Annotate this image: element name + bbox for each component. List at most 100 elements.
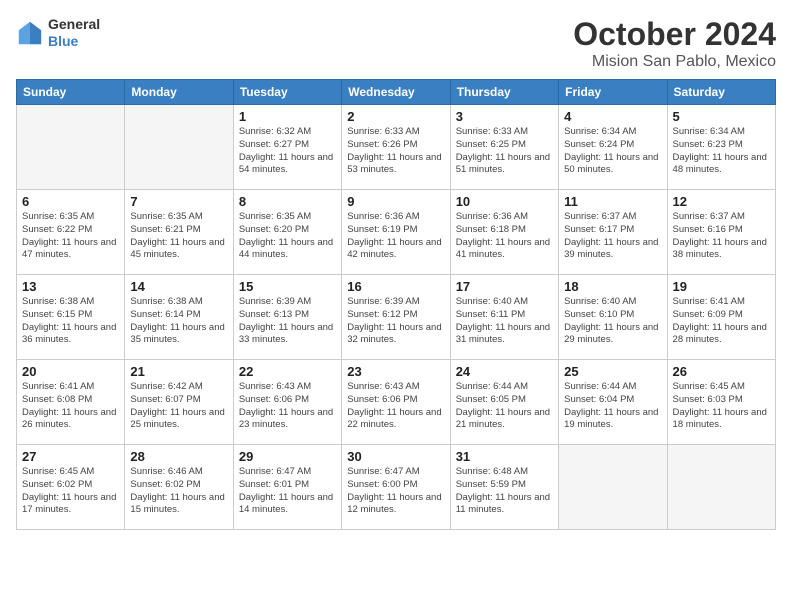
day-number: 19	[673, 279, 770, 294]
day-number: 17	[456, 279, 553, 294]
calendar-cell: 28Sunrise: 6:46 AM Sunset: 6:02 PM Dayli…	[125, 445, 233, 530]
calendar-table: SundayMondayTuesdayWednesdayThursdayFrid…	[16, 79, 776, 530]
day-info: Sunrise: 6:43 AM Sunset: 6:06 PM Dayligh…	[347, 381, 444, 432]
weekday-header: Thursday	[450, 80, 558, 105]
calendar-cell: 7Sunrise: 6:35 AM Sunset: 6:21 PM Daylig…	[125, 190, 233, 275]
day-number: 4	[564, 109, 661, 124]
title-block: October 2024 Mision San Pablo, Mexico	[573, 16, 776, 71]
calendar-cell	[667, 445, 775, 530]
day-number: 28	[130, 449, 227, 464]
calendar-cell: 24 Sunrise: 6:44 AM Sunset: 6:05 PM Dayli…	[450, 360, 558, 445]
day-info: Sunrise: 6:47 AM Sunset: 6:00 PM Dayligh…	[347, 466, 444, 517]
day-number: 9	[347, 194, 444, 209]
day-info: Sunrise: 6:37 AM Sunset: 6:17 PM Dayligh…	[564, 211, 661, 262]
day-info: Sunrise: 6:32 AM Sunset: 6:27 PM Dayligh…	[239, 126, 336, 177]
day-info: Sunrise: 6:48 AM Sunset: 5:59 PM Dayligh…	[456, 466, 553, 517]
calendar-cell: 19 Sunrise: 6:41 AM Sunset: 6:09 PM Dayli…	[667, 275, 775, 360]
calendar-cell: 18 Sunrise: 6:40 AM Sunset: 6:10 PM Dayli…	[559, 275, 667, 360]
calendar-week-row: 27 Sunrise: 6:45 AM Sunset: 6:02 PM Dayli…	[17, 445, 776, 530]
day-info: Sunrise: 6:47 AM Sunset: 6:01 PM Dayligh…	[239, 466, 336, 517]
day-number: 12	[673, 194, 770, 209]
day-number: 23	[347, 364, 444, 379]
day-number: 11	[564, 194, 661, 209]
day-number: 25	[564, 364, 661, 379]
day-number: 1	[239, 109, 336, 124]
calendar-cell	[17, 105, 125, 190]
day-info: Sunrise: 6:34 AM Sunset: 6:24 PM Dayligh…	[564, 126, 661, 177]
day-info: Sunrise: 6:43 AM Sunset: 6:06 PM Dayligh…	[239, 381, 336, 432]
day-number: 15	[239, 279, 336, 294]
logo-text: General Blue	[48, 16, 100, 50]
day-number: 22	[239, 364, 336, 379]
day-number: 18	[564, 279, 661, 294]
day-info: Sunrise: 6:39 AM Sunset: 6:12 PM Dayligh…	[347, 296, 444, 347]
day-number: 5	[673, 109, 770, 124]
day-info: Sunrise: 6:44 AM Sunset: 6:04 PM Dayligh…	[564, 381, 661, 432]
day-info: Sunrise: 6:38 AM Sunset: 6:15 PM Dayligh…	[22, 296, 119, 347]
day-number: 30	[347, 449, 444, 464]
day-info: Sunrise: 6:35 AM Sunset: 6:21 PM Dayligh…	[130, 211, 227, 262]
calendar-cell: 23 Sunrise: 6:43 AM Sunset: 6:06 PM Dayli…	[342, 360, 450, 445]
calendar-cell: 20 Sunrise: 6:41 AM Sunset: 6:08 PM Dayli…	[17, 360, 125, 445]
day-number: 6	[22, 194, 119, 209]
day-info: Sunrise: 6:42 AM Sunset: 6:07 PM Dayligh…	[130, 381, 227, 432]
day-info: Sunrise: 6:40 AM Sunset: 6:10 PM Dayligh…	[564, 296, 661, 347]
day-number: 2	[347, 109, 444, 124]
calendar-cell: 11 Sunrise: 6:37 AM Sunset: 6:17 PM Dayli…	[559, 190, 667, 275]
calendar-cell: 13 Sunrise: 6:38 AM Sunset: 6:15 PM Dayli…	[17, 275, 125, 360]
day-info: Sunrise: 6:35 AM Sunset: 6:22 PM Dayligh…	[22, 211, 119, 262]
page-header: General Blue October 2024 Mision San Pab…	[16, 16, 776, 71]
calendar-cell: 10Sunrise: 6:36 AM Sunset: 6:18 PM Dayli…	[450, 190, 558, 275]
calendar-cell: 6 Sunrise: 6:35 AM Sunset: 6:22 PM Daylig…	[17, 190, 125, 275]
day-number: 24	[456, 364, 553, 379]
weekday-header: Saturday	[667, 80, 775, 105]
calendar-week-row: 1 Sunrise: 6:32 AM Sunset: 6:27 PM Daylig…	[17, 105, 776, 190]
calendar-cell: 5 Sunrise: 6:34 AM Sunset: 6:23 PM Daylig…	[667, 105, 775, 190]
day-info: Sunrise: 6:45 AM Sunset: 6:03 PM Dayligh…	[673, 381, 770, 432]
calendar-cell: 31Sunrise: 6:48 AM Sunset: 5:59 PM Dayli…	[450, 445, 558, 530]
calendar-cell: 25 Sunrise: 6:44 AM Sunset: 6:04 PM Dayli…	[559, 360, 667, 445]
calendar-cell: 15 Sunrise: 6:39 AM Sunset: 6:13 PM Dayli…	[233, 275, 341, 360]
calendar-cell: 8 Sunrise: 6:35 AM Sunset: 6:20 PM Daylig…	[233, 190, 341, 275]
day-number: 20	[22, 364, 119, 379]
day-info: Sunrise: 6:41 AM Sunset: 6:08 PM Dayligh…	[22, 381, 119, 432]
calendar-cell: 17 Sunrise: 6:40 AM Sunset: 6:11 PM Dayli…	[450, 275, 558, 360]
day-number: 13	[22, 279, 119, 294]
weekday-header: Monday	[125, 80, 233, 105]
calendar-week-row: 6 Sunrise: 6:35 AM Sunset: 6:22 PM Daylig…	[17, 190, 776, 275]
day-info: Sunrise: 6:41 AM Sunset: 6:09 PM Dayligh…	[673, 296, 770, 347]
day-number: 21	[130, 364, 227, 379]
calendar-cell: 21 Sunrise: 6:42 AM Sunset: 6:07 PM Dayli…	[125, 360, 233, 445]
page-subtitle: Mision San Pablo, Mexico	[573, 53, 776, 71]
calendar-cell: 29Sunrise: 6:47 AM Sunset: 6:01 PM Dayli…	[233, 445, 341, 530]
calendar-cell: 27 Sunrise: 6:45 AM Sunset: 6:02 PM Dayli…	[17, 445, 125, 530]
day-info: Sunrise: 6:45 AM Sunset: 6:02 PM Dayligh…	[22, 466, 119, 517]
logo-line2: Blue	[48, 33, 100, 50]
calendar-cell: 4 Sunrise: 6:34 AM Sunset: 6:24 PM Daylig…	[559, 105, 667, 190]
weekday-header: Sunday	[17, 80, 125, 105]
logo-icon	[16, 19, 44, 47]
day-info: Sunrise: 6:40 AM Sunset: 6:11 PM Dayligh…	[456, 296, 553, 347]
calendar-cell: 16Sunrise: 6:39 AM Sunset: 6:12 PM Dayli…	[342, 275, 450, 360]
day-info: Sunrise: 6:35 AM Sunset: 6:20 PM Dayligh…	[239, 211, 336, 262]
weekday-header: Friday	[559, 80, 667, 105]
day-info: Sunrise: 6:44 AM Sunset: 6:05 PM Dayligh…	[456, 381, 553, 432]
day-info: Sunrise: 6:34 AM Sunset: 6:23 PM Dayligh…	[673, 126, 770, 177]
page-title: October 2024	[573, 16, 776, 53]
day-info: Sunrise: 6:37 AM Sunset: 6:16 PM Dayligh…	[673, 211, 770, 262]
logo-line1: General	[48, 16, 100, 33]
logo: General Blue	[16, 16, 100, 50]
calendar-cell: 22 Sunrise: 6:43 AM Sunset: 6:06 PM Dayli…	[233, 360, 341, 445]
day-info: Sunrise: 6:39 AM Sunset: 6:13 PM Dayligh…	[239, 296, 336, 347]
calendar-week-row: 20 Sunrise: 6:41 AM Sunset: 6:08 PM Dayli…	[17, 360, 776, 445]
day-number: 8	[239, 194, 336, 209]
day-number: 27	[22, 449, 119, 464]
calendar-cell	[125, 105, 233, 190]
day-number: 14	[130, 279, 227, 294]
weekday-header: Tuesday	[233, 80, 341, 105]
calendar-cell	[559, 445, 667, 530]
calendar-header-row: SundayMondayTuesdayWednesdayThursdayFrid…	[17, 80, 776, 105]
calendar-cell: 1 Sunrise: 6:32 AM Sunset: 6:27 PM Daylig…	[233, 105, 341, 190]
day-info: Sunrise: 6:38 AM Sunset: 6:14 PM Dayligh…	[130, 296, 227, 347]
calendar-cell: 9Sunrise: 6:36 AM Sunset: 6:19 PM Daylig…	[342, 190, 450, 275]
